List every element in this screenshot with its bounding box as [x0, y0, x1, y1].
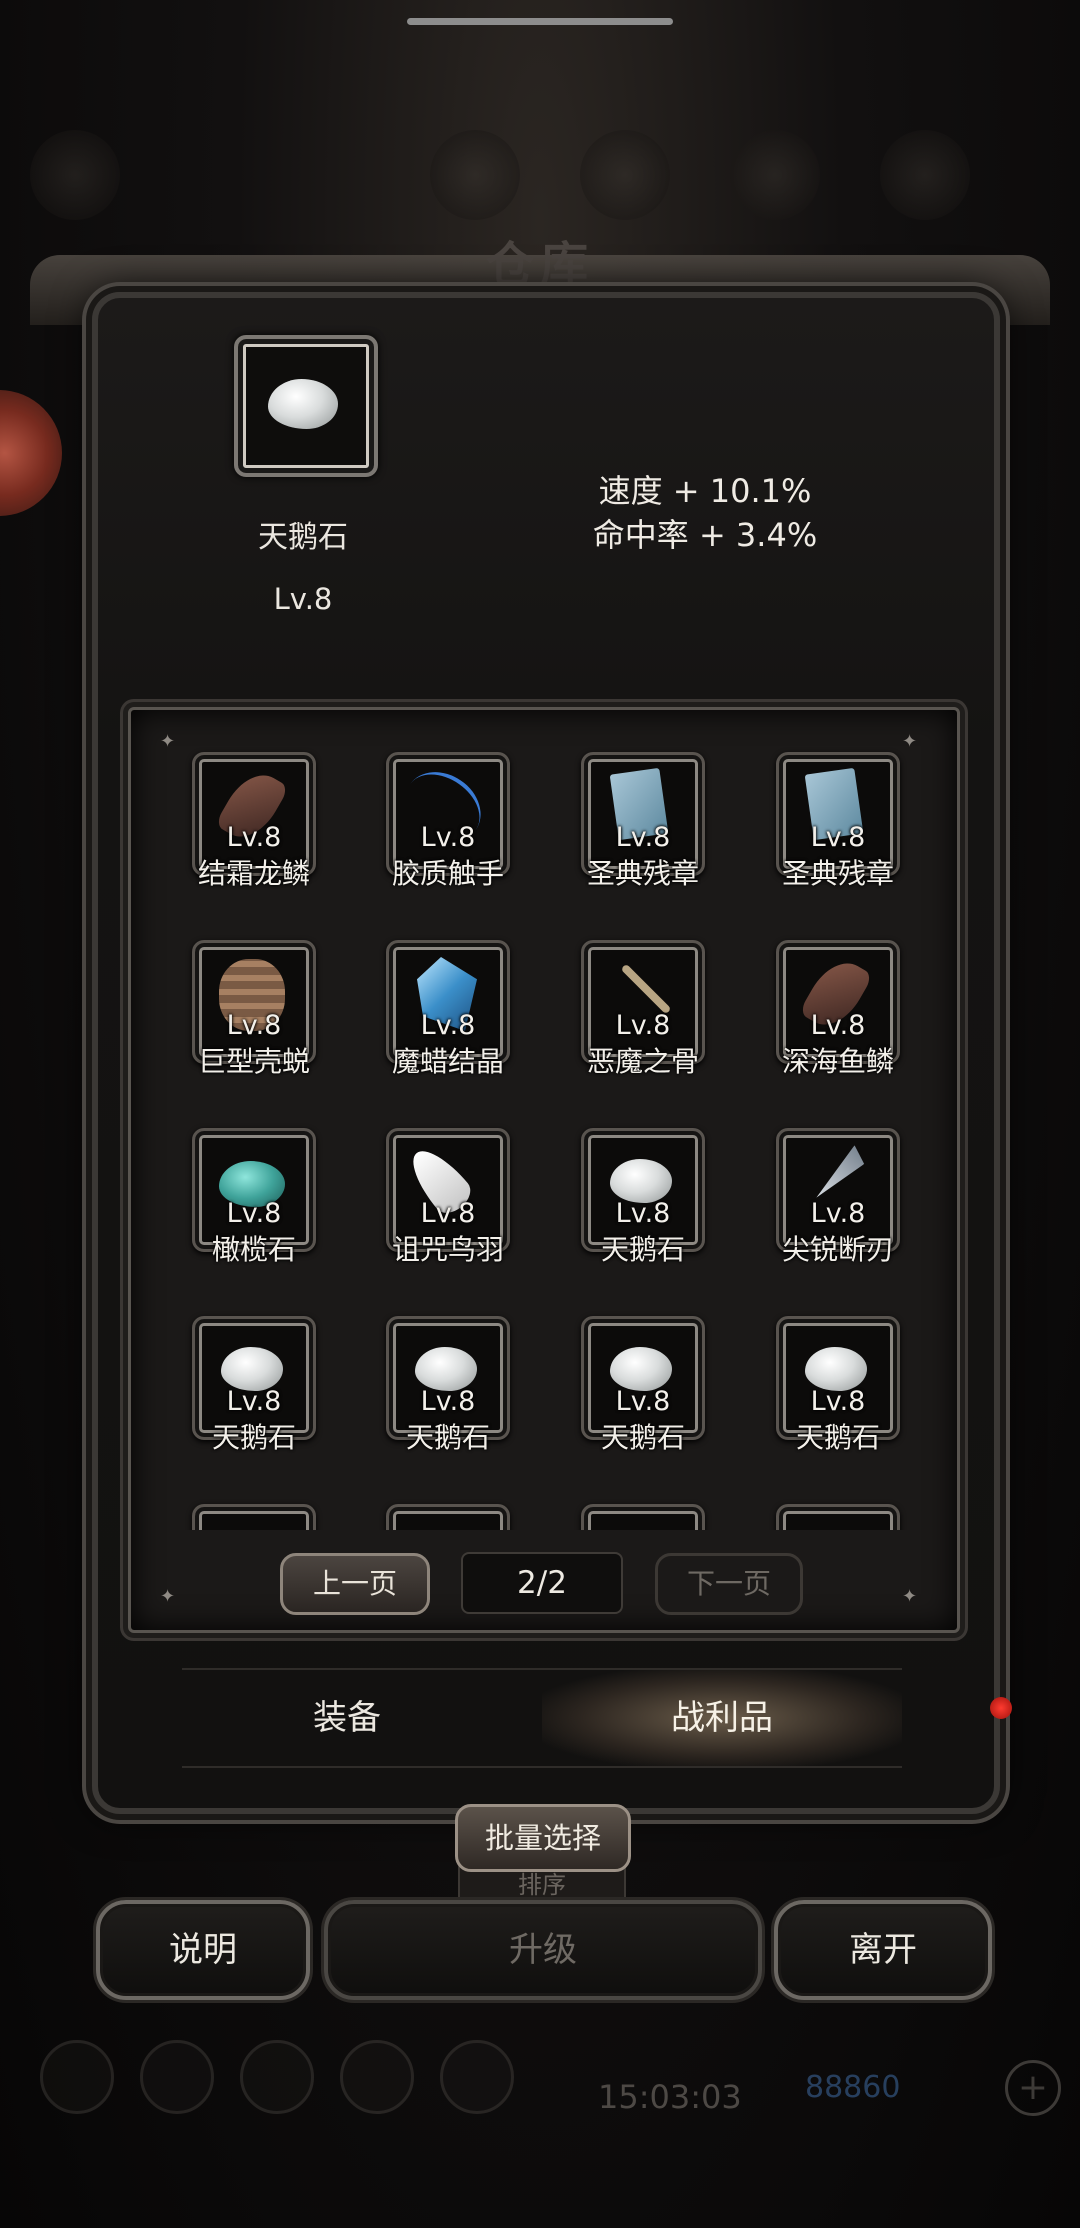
- item-level: Lv.8: [420, 1198, 476, 1229]
- item-level: Lv.8: [615, 1386, 671, 1417]
- item-name: 圣典残章: [781, 857, 894, 890]
- background-icon: [430, 130, 520, 220]
- background-icon: [340, 2040, 414, 2114]
- item-level: Lv.8: [226, 1386, 282, 1417]
- item-name: 天鹅石: [600, 1421, 685, 1454]
- item-level: Lv.8: [615, 1010, 671, 1041]
- background-icon: [240, 2040, 314, 2114]
- item-level: Lv.8: [810, 1198, 866, 1229]
- background-bottom-bar: [20, 2040, 1060, 2140]
- explain-button[interactable]: 说明: [96, 1900, 310, 2000]
- item-level: Lv.8: [226, 822, 282, 853]
- item-level: Lv.8: [226, 1010, 282, 1041]
- item-name: 诅咒鸟羽: [391, 1233, 504, 1266]
- batch-select-button[interactable]: 批量选择: [455, 1804, 631, 1872]
- item-name: 天鹅石: [211, 1421, 296, 1454]
- item-name: 天鹅石: [600, 1233, 685, 1266]
- item-name: 圣典残章: [586, 857, 699, 890]
- page-indicator: 2/2: [461, 1552, 623, 1614]
- add-currency-icon: +: [1005, 2060, 1061, 2116]
- item-level: Lv.8: [810, 822, 866, 853]
- item-level: Lv.8: [615, 1198, 671, 1229]
- corner-ornament-icon: ✦: [160, 1586, 176, 1607]
- inventory-slot[interactable]: [386, 1504, 510, 1530]
- stone-icon: [805, 1347, 867, 1391]
- background-currency: 88860: [805, 2070, 901, 2105]
- prev-page-button[interactable]: 上一页: [280, 1553, 430, 1615]
- item-level: Lv.8: [615, 822, 671, 853]
- stone-icon: [221, 1347, 283, 1391]
- item-level: Lv.8: [420, 822, 476, 853]
- item-name: 尖锐断刃: [781, 1233, 894, 1266]
- upgrade-button[interactable]: 升级: [324, 1900, 762, 2000]
- bone-icon: [620, 963, 672, 1015]
- background-icon: [30, 130, 120, 220]
- background-icon: [140, 2040, 214, 2114]
- background-icon: [730, 130, 820, 220]
- item-name: 胶质触手: [391, 857, 504, 890]
- stone-icon: [610, 1159, 672, 1203]
- stone-icon: [268, 379, 338, 429]
- background-icon: [40, 2040, 114, 2114]
- item-name: 恶魔之骨: [586, 1045, 699, 1078]
- item-name: 天鹅石: [795, 1421, 880, 1454]
- page-title: 仓库: [485, 237, 594, 293]
- selected-item-name: 天鹅石: [258, 520, 348, 555]
- inventory-slot[interactable]: [581, 1504, 705, 1530]
- item-level: Lv.8: [420, 1386, 476, 1417]
- item-level: Lv.8: [420, 1010, 476, 1041]
- stone-icon: [415, 1347, 477, 1391]
- item-name: 橄榄石: [211, 1233, 296, 1266]
- stat-accuracy: 命中率 + 3.4%: [592, 516, 818, 554]
- item-level: Lv.8: [810, 1386, 866, 1417]
- selected-item-icon: [234, 335, 378, 477]
- item-level: Lv.8: [810, 1010, 866, 1041]
- leave-button[interactable]: 离开: [774, 1900, 992, 2000]
- background-top-icons: [0, 130, 1080, 220]
- item-level: Lv.8: [226, 1198, 282, 1229]
- background-clock: 15:03:03: [598, 2078, 742, 2116]
- tab-loot[interactable]: 战利品: [542, 1670, 902, 1766]
- stat-speed: 速度 + 10.1%: [598, 472, 812, 510]
- background-icon: [880, 130, 970, 220]
- stone-icon: [610, 1347, 672, 1391]
- notification-dot: [990, 1697, 1012, 1719]
- item-name: 天鹅石: [405, 1421, 490, 1454]
- item-name: 巨型壳蜕: [197, 1045, 310, 1078]
- background-icon: [440, 2040, 514, 2114]
- inventory-grid: Lv.8 结霜龙鳞 Lv.8 胶质触手 Lv.8 圣典残章 Lv.8 圣典残章 Lv.8 巨型壳蜕…: [140, 720, 940, 1530]
- category-tabs: 装备 战利品: [182, 1668, 902, 1768]
- item-name: 魔蜡结晶: [391, 1045, 504, 1078]
- status-drag-handle: [407, 18, 673, 25]
- corner-ornament-icon: ✦: [902, 1586, 918, 1607]
- tab-equipment[interactable]: 装备: [182, 1670, 512, 1766]
- inventory-slot[interactable]: [192, 1504, 316, 1530]
- background-icon: [580, 130, 670, 220]
- item-name: 深海鱼鳞: [781, 1045, 894, 1078]
- inventory-slot[interactable]: [776, 1504, 900, 1530]
- next-page-button[interactable]: 下一页: [655, 1553, 803, 1615]
- selected-item-level: Lv.8: [273, 582, 333, 616]
- item-name: 结霜龙鳞: [197, 857, 310, 890]
- blade-icon: [809, 1145, 868, 1204]
